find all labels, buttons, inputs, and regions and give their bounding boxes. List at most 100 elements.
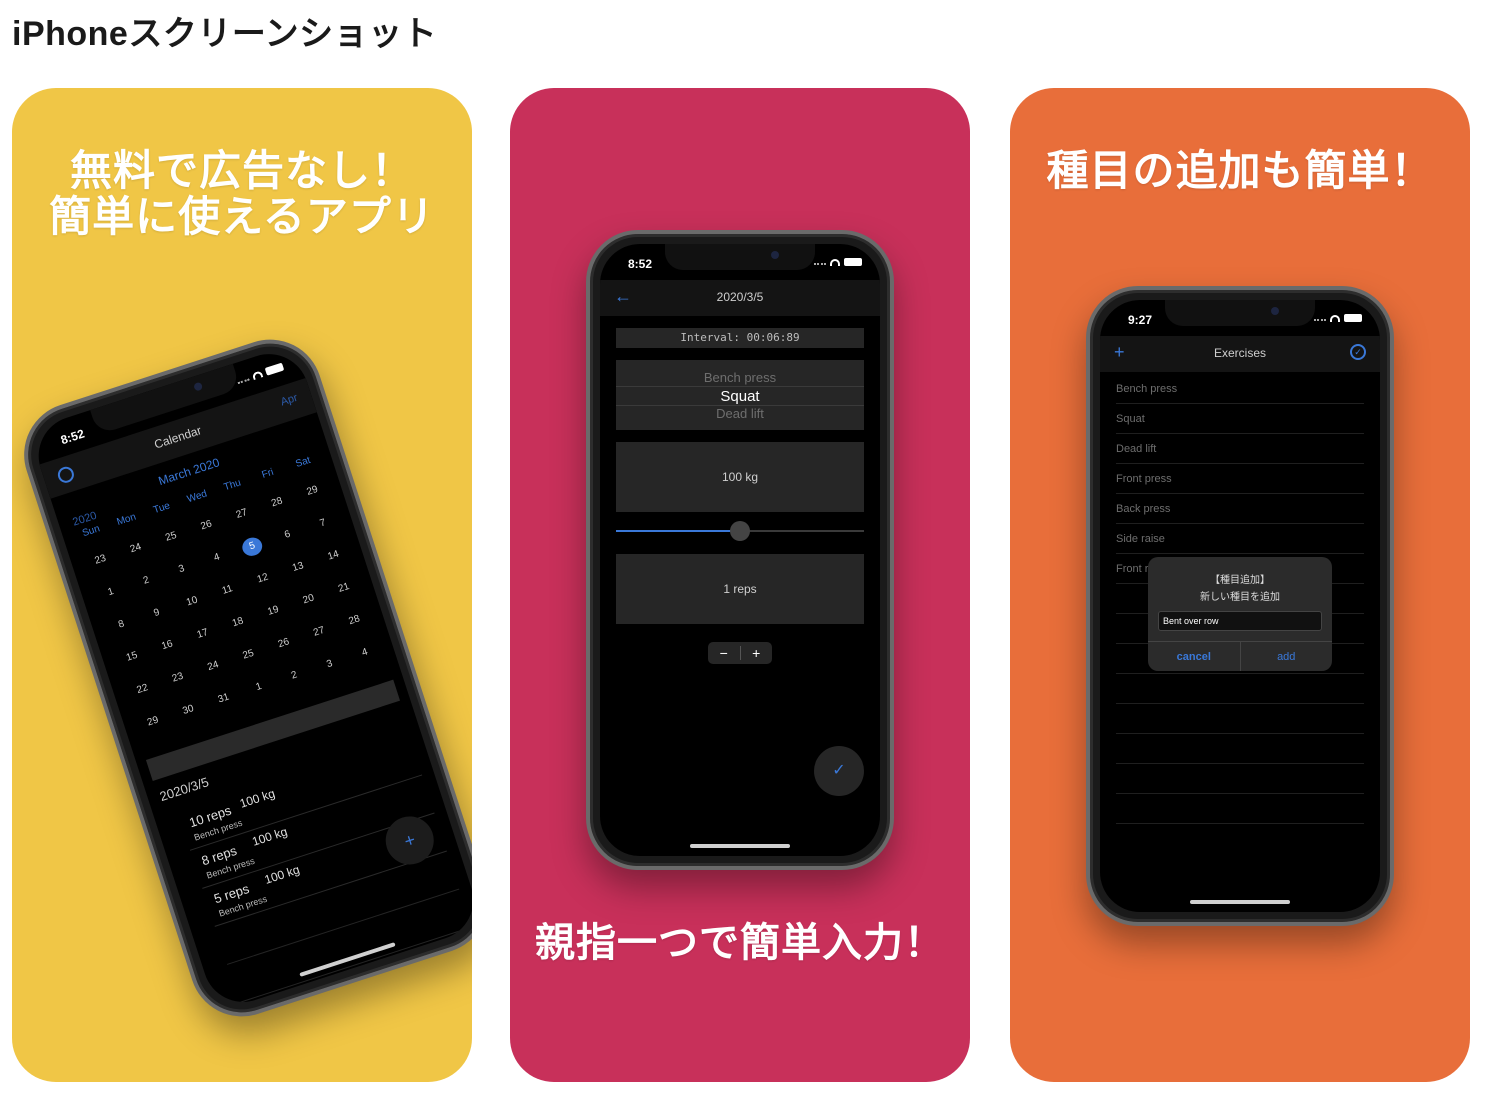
list-item[interactable]: Front press	[1116, 464, 1364, 494]
nav-title: 2020/3/5	[716, 290, 764, 304]
notch	[665, 244, 815, 270]
calendar-day[interactable]: 19	[253, 597, 294, 626]
calendar-day[interactable]: 11	[207, 576, 248, 605]
calendar-day[interactable]: 2	[274, 662, 315, 691]
weekday-label: Sat	[294, 454, 312, 470]
home-indicator	[690, 844, 790, 848]
calendar-day[interactable]: 12	[242, 565, 283, 594]
calendar-day[interactable]: 16	[147, 631, 188, 660]
empty-row	[1116, 764, 1364, 794]
calendar-day[interactable]: 4	[345, 639, 386, 668]
calendar-day[interactable]: 20	[288, 586, 329, 615]
phone-screen: 8:52 ← 2020/3/5 Interval: 00:06:89 Bench…	[600, 244, 880, 856]
card-headline: 親指一つで簡単入力！	[535, 921, 945, 965]
exercise-picker[interactable]: Bench press Squat Dead lift	[616, 360, 864, 430]
calendar-day[interactable]: 18	[218, 609, 259, 638]
nav-bar: + Exercises ✓	[1100, 336, 1380, 372]
picker-option[interactable]: Bench press	[616, 370, 864, 385]
calendar-day[interactable]: 23	[157, 664, 198, 693]
calendar-day[interactable]: 10	[172, 588, 213, 617]
calendar-day[interactable]: 23	[80, 546, 121, 575]
calendar-day[interactable]: 7	[303, 509, 344, 538]
add-exercise-dialog: 【種目追加】 新しい種目を追加 Bent over row cancel add	[1148, 557, 1332, 671]
camera-icon	[1271, 307, 1279, 315]
weight-slider[interactable]	[616, 521, 864, 541]
weekday-label: Wed	[185, 488, 209, 506]
calendar-day[interactable]: 29	[133, 708, 174, 737]
calendar-day[interactable]: 17	[182, 620, 223, 649]
weight-display[interactable]: 100 kg	[616, 442, 864, 512]
headline-line-2: 簡単に使えるアプリ	[49, 193, 435, 240]
calendar-day[interactable]: 25	[151, 523, 192, 552]
calendar-day[interactable]: 26	[263, 629, 304, 658]
increment-button[interactable]: +	[741, 642, 773, 664]
calendar-day[interactable]: 1	[239, 673, 280, 702]
workout-log-list: 10 reps 100 kg Bench press 8 reps 100 kg…	[177, 737, 472, 1013]
slider-thumb[interactable]	[730, 521, 750, 541]
calendar-day[interactable]: 27	[221, 500, 262, 529]
calendar-day[interactable]: 26	[186, 512, 227, 541]
picker-selected-option[interactable]: Squat	[616, 386, 864, 406]
list-item[interactable]: Squat	[1116, 404, 1364, 434]
screenshot-card-input[interactable]: 8:52 ← 2020/3/5 Interval: 00:06:89 Bench…	[510, 88, 970, 1082]
calendar-day[interactable]: 6	[267, 521, 308, 550]
add-button[interactable]: add	[1241, 642, 1333, 671]
calendar-day[interactable]: 28	[257, 489, 298, 518]
calendar-day[interactable]: 28	[334, 606, 375, 635]
exercise-name-input[interactable]: Bent over row	[1158, 611, 1322, 631]
screenshot-card-exercises[interactable]: 種目の追加も簡単！ 9:27 + Exercises ✓ Bench press…	[1010, 88, 1470, 1082]
save-check-button[interactable]: ✓	[814, 746, 864, 796]
home-indicator	[1190, 900, 1290, 904]
screenshot-card-calendar[interactable]: 無料で広告なし！ 簡単に使えるアプリ 8:52 Calendar Apr Mar…	[12, 88, 472, 1082]
empty-row	[1116, 704, 1364, 734]
calendar-day[interactable]: 31	[203, 685, 244, 714]
list-item[interactable]: Bench press	[1116, 374, 1364, 404]
list-item[interactable]: Back press	[1116, 494, 1364, 524]
iphone-mockup: 8:52 ← 2020/3/5 Interval: 00:06:89 Bench…	[586, 230, 894, 870]
calendar-day[interactable]: 24	[115, 534, 156, 563]
calendar-day-selected[interactable]: 5	[240, 535, 265, 559]
weekday-label: Fri	[260, 466, 276, 481]
camera-icon	[193, 381, 204, 392]
signal-icon	[1314, 315, 1326, 321]
wifi-icon	[830, 258, 840, 266]
reps-stepper[interactable]: − +	[708, 642, 772, 664]
picker-option[interactable]: Dead lift	[616, 406, 864, 421]
done-check-icon[interactable]: ✓	[1350, 344, 1366, 360]
calendar-day[interactable]: 14	[313, 542, 354, 571]
decrement-button[interactable]: −	[708, 642, 740, 664]
calendar-day[interactable]: 1	[91, 578, 132, 607]
calendar-day[interactable]: 22	[122, 675, 163, 704]
cancel-button[interactable]: cancel	[1148, 642, 1241, 671]
status-icons	[236, 362, 285, 385]
calendar-day[interactable]: 3	[161, 555, 202, 584]
iphone-mockup: 8:52 Calendar Apr March 2020 2020 Sun Mon…	[12, 326, 472, 1030]
battery-icon	[844, 258, 862, 266]
calendar-day[interactable]: 9	[136, 599, 177, 628]
status-time: 9:27	[1128, 313, 1153, 327]
reps-display[interactable]: 1 reps	[616, 554, 864, 624]
status-icons	[1314, 314, 1362, 322]
calendar-day[interactable]: 4	[197, 544, 238, 573]
calendar-day[interactable]: 24	[193, 652, 234, 681]
calendar-day[interactable]: 15	[112, 643, 153, 672]
weekday-label: Tue	[152, 500, 172, 517]
list-item[interactable]: Side raise	[1116, 524, 1364, 554]
calendar-day[interactable]: 13	[278, 553, 319, 582]
list-item[interactable]: Dead lift	[1116, 434, 1364, 464]
calendar-day[interactable]: 29	[292, 477, 333, 506]
calendar-day[interactable]: 25	[228, 641, 269, 670]
phone-screen: 8:52 Calendar Apr March 2020 2020 Sun Mon…	[28, 343, 472, 1013]
calendar-day[interactable]: 27	[299, 618, 340, 647]
card-headline: 無料で広告なし！ 簡単に使えるアプリ	[12, 148, 472, 240]
empty-row	[1116, 734, 1364, 764]
calendar-day[interactable]: 30	[168, 696, 209, 725]
calendar-day[interactable]: 3	[309, 650, 350, 679]
camera-icon	[771, 251, 779, 259]
nav-bar: ← 2020/3/5	[600, 280, 880, 316]
selected-date-label: 2020/3/5	[157, 774, 211, 805]
calendar-day[interactable]: 2	[126, 567, 167, 596]
calendar-day[interactable]: 8	[101, 611, 142, 640]
dialog-message: 新しい種目を追加	[1200, 592, 1280, 603]
calendar-day[interactable]: 21	[324, 574, 365, 603]
